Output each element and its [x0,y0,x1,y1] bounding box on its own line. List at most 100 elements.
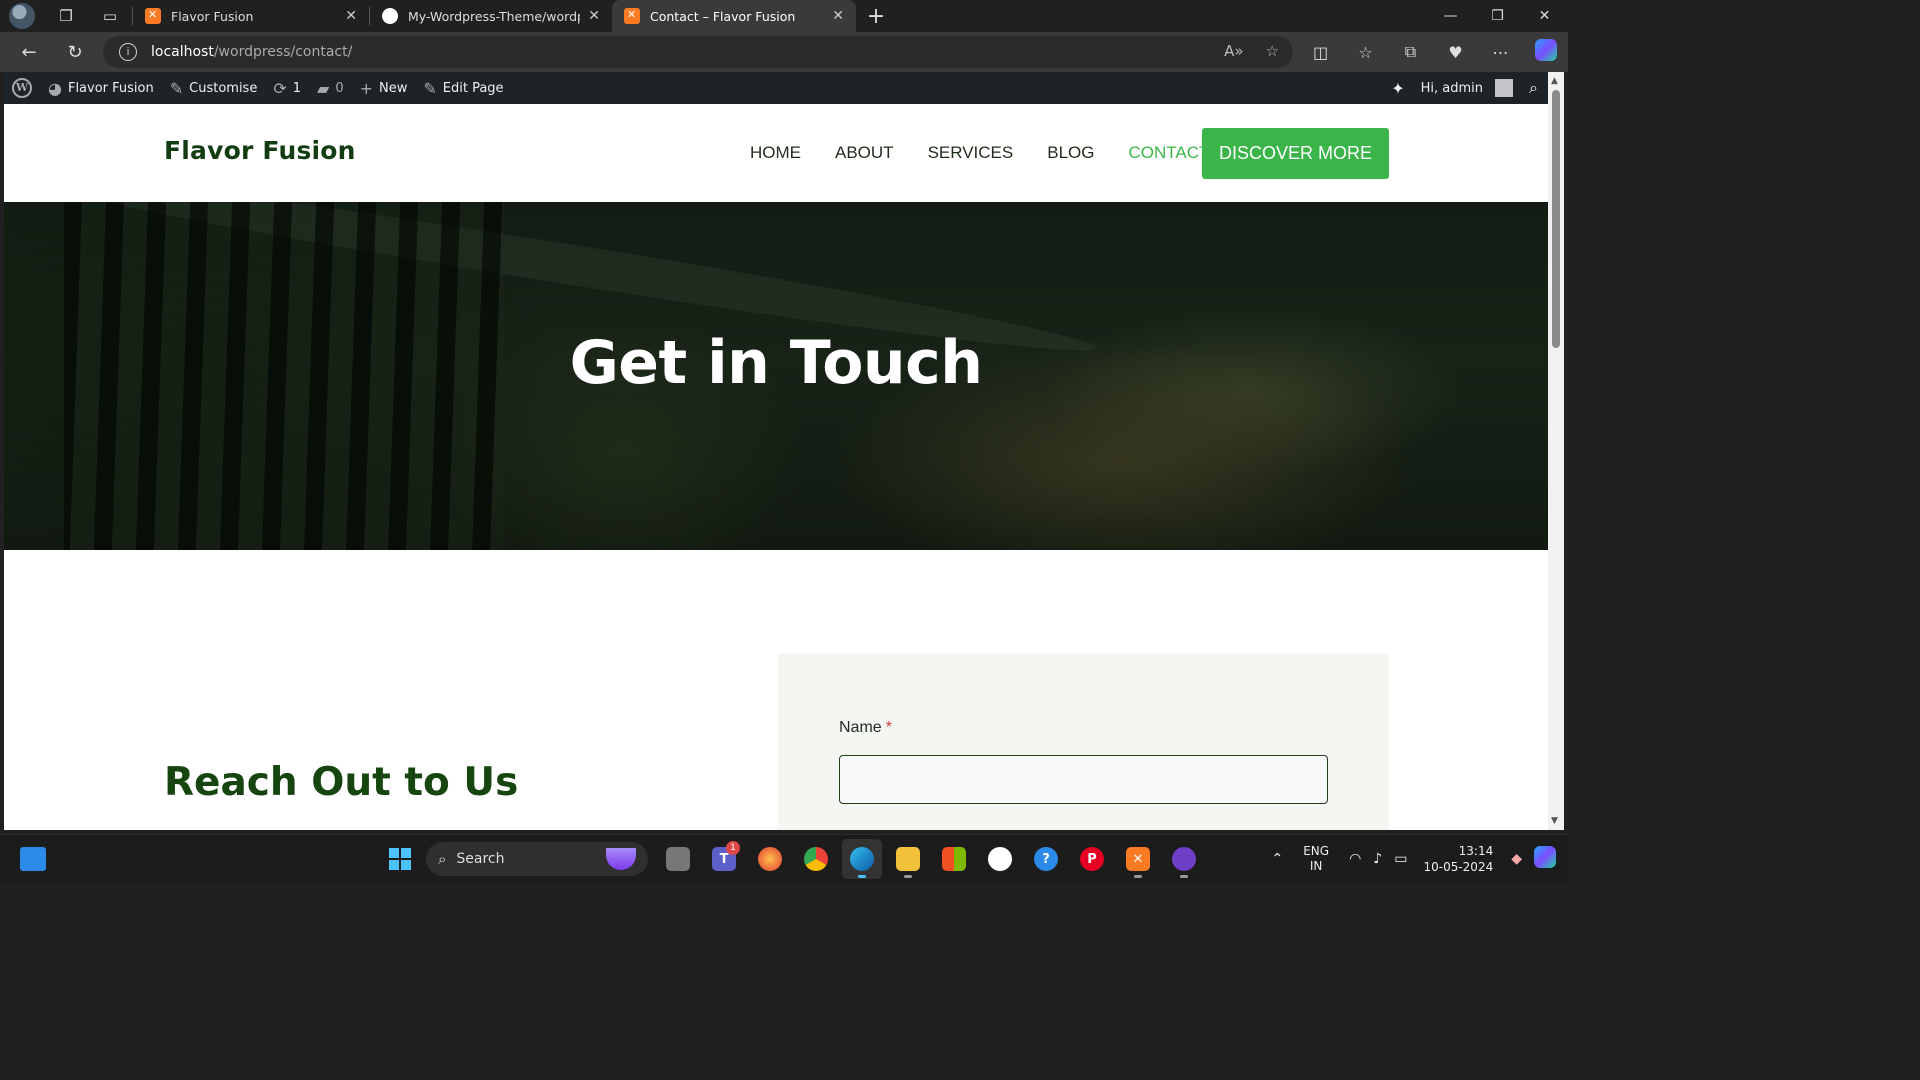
file-explorer-app[interactable] [888,839,928,879]
browser-essentials-icon[interactable]: ♥ [1433,43,1478,62]
admin-updates[interactable]: ⟳ 1 [265,72,309,104]
clock[interactable]: 13:14 10-05-2024 [1423,843,1493,875]
admin-customise[interactable]: ✎ Customise [162,72,266,104]
scrollbar-thumb[interactable] [1552,90,1560,348]
lang-line1: ENG [1303,844,1330,858]
taskbar-search[interactable]: ⌕ Search [426,842,648,876]
address-bar[interactable]: i localhost/wordpress/contact/ A» ☆ [103,36,1293,68]
tab-title: Flavor Fusion [171,8,254,24]
browser-tab-strip: ❐ ▭ Flavor Fusion ✕ My-Wordpress-Theme/w… [0,0,1568,32]
favorite-star-icon[interactable]: ☆ [1266,42,1279,60]
updates-icon: ⟳ [273,78,287,98]
chevron-up-icon[interactable]: ⌃ [1271,851,1283,867]
folder-icon [896,847,920,871]
admin-new-content[interactable]: + New [352,72,416,104]
admin-site-name[interactable]: ◕ Flavor Fusion [40,72,162,104]
admin-edit-page-label: Edit Page [442,80,504,96]
split-screen-icon[interactable]: ◫ [1298,43,1343,62]
discover-more-button[interactable]: DISCOVER MORE [1202,128,1389,179]
restore-icon[interactable]: ❐ [1474,0,1521,32]
contact-heading: Reach Out to Us [164,760,519,805]
close-tab-icon[interactable]: ✕ [588,8,600,24]
tab-title: My-Wordpress-Theme/wordpres [408,8,580,24]
close-tab-icon[interactable]: ✕ [832,8,844,24]
close-window-icon[interactable]: ✕ [1521,0,1568,32]
clock-time: 13:14 [1458,844,1494,858]
tab-github-repo[interactable]: My-Wordpress-Theme/wordpres ✕ [370,0,612,32]
github-app[interactable] [1164,839,1204,879]
profile-button[interactable] [0,0,44,32]
start-button[interactable] [380,839,420,879]
github-purple-icon [1172,847,1196,871]
battery-icon[interactable]: ▭ [1394,851,1407,867]
tab-flavor-fusion[interactable]: Flavor Fusion ✕ [133,0,369,32]
teams-app[interactable]: T1 [704,839,744,879]
updates-count: 1 [292,80,302,96]
name-input[interactable] [839,755,1328,804]
firefox-icon [758,847,782,871]
task-view-button[interactable] [658,839,698,879]
wifi-icon[interactable]: ◠ [1349,851,1361,867]
admin-search[interactable]: ⌕ [1521,72,1548,104]
microsoft-store-app[interactable] [934,839,974,879]
wp-admin-bar: W ◕ Flavor Fusion ✎ Customise ⟳ 1 ▰ 0 + … [4,72,1548,104]
contact-form: Name * [778,653,1389,830]
wp-logo-menu[interactable]: W [4,72,40,104]
admin-comments[interactable]: ▰ 0 [309,72,352,104]
language-indicator[interactable]: ENG IN [1303,844,1329,874]
scroll-down-icon[interactable]: ▼ [1551,816,1558,826]
admin-greeting: Hi, admin [1420,80,1484,96]
window-controls: — ❐ ✕ [1427,0,1568,32]
site-info-icon[interactable]: i [119,43,137,61]
primary-menu: HOME ABOUT SERVICES BLOG CONTACT [750,143,1243,163]
copilot-icon[interactable] [1523,39,1568,65]
help-app[interactable]: ? [1026,839,1066,879]
volume-icon[interactable]: ♪ [1373,851,1382,867]
back-arrow-icon[interactable]: ← [6,42,52,63]
pencil-icon: ✎ [423,78,437,98]
windows-logo-icon [389,848,411,870]
running-indicator [904,875,912,878]
notification-bell-icon[interactable]: ◆ [1511,851,1522,867]
scroll-up-icon[interactable]: ▲ [1551,76,1558,86]
paintbrush-icon: ✎ [169,78,184,98]
menu-item-home[interactable]: HOME [750,143,801,163]
more-menu-icon[interactable]: ⋯ [1478,43,1523,62]
page-scrollbar[interactable]: ▲ ▼ [1548,72,1564,830]
collections-icon[interactable]: ⧉ [1388,42,1433,62]
widgets-icon[interactable] [20,847,46,871]
refresh-icon[interactable]: ↻ [52,42,98,63]
avatar [1495,79,1514,97]
chrome-icon [804,847,828,871]
menu-item-services[interactable]: SERVICES [928,143,1014,163]
chrome-app[interactable] [796,839,836,879]
edge-app[interactable] [842,839,882,879]
url-host: localhost [151,44,214,60]
close-tab-icon[interactable]: ✕ [345,8,357,24]
menu-item-blog[interactable]: BLOG [1047,143,1094,163]
xampp-icon [145,8,161,24]
pinterest-icon: P [1080,847,1104,871]
read-aloud-icon[interactable]: A» [1224,42,1243,60]
workspaces-icon[interactable]: ❐ [44,0,88,32]
copilot-icon[interactable] [1534,846,1556,872]
tab-contact-active[interactable]: Contact – Flavor Fusion ✕ [612,0,856,32]
new-tab-button[interactable]: + [856,4,896,29]
admin-edit-page[interactable]: ✎ Edit Page [415,72,511,104]
help-icon: ? [1034,847,1058,871]
tab-actions-icon[interactable]: ▭ [88,0,132,32]
menu-item-contact[interactable]: CONTACT [1128,143,1209,163]
dashboard-gauge-icon: ◕ [48,78,62,98]
admin-account-menu[interactable]: Hi, admin [1413,72,1521,104]
search-icon: ⌕ [438,850,447,868]
minimize-icon[interactable]: — [1427,0,1474,32]
ai-sparkle-button[interactable]: ✦ [1383,72,1412,104]
menu-item-about[interactable]: ABOUT [835,143,894,163]
favorites-icon[interactable]: ☆ [1343,43,1388,62]
github-desktop-app[interactable] [980,839,1020,879]
site-title[interactable]: Flavor Fusion [164,136,356,165]
pinterest-app[interactable]: P [1072,839,1112,879]
github-icon [382,8,398,24]
xampp-app[interactable]: ✕ [1118,839,1158,879]
firefox-app[interactable] [750,839,790,879]
